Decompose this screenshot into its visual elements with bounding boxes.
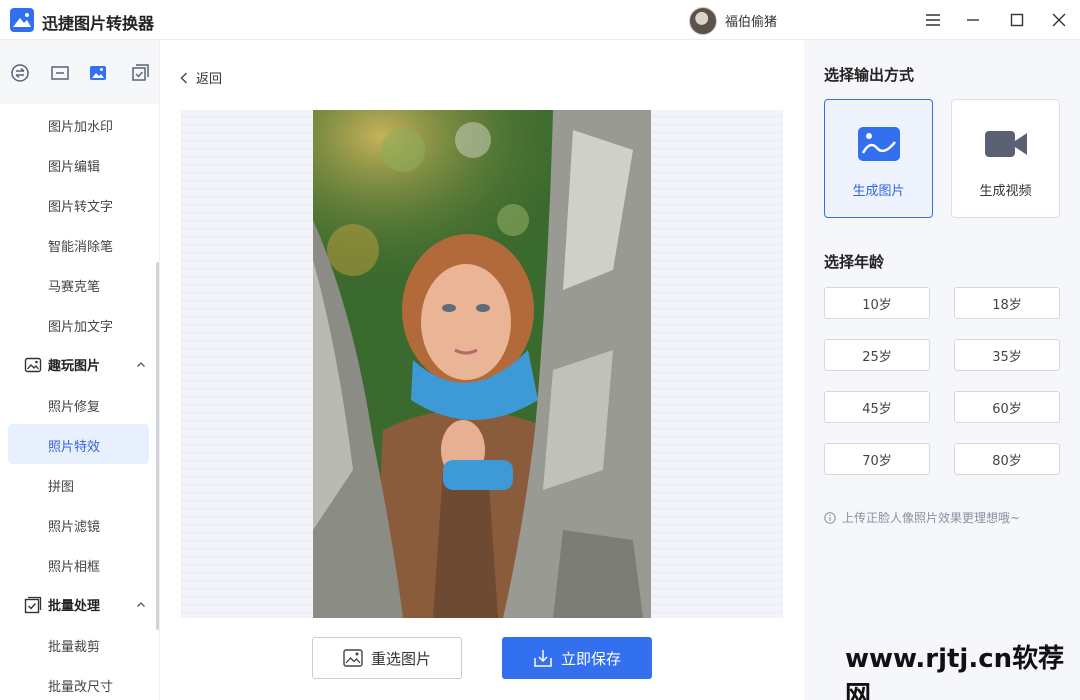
sidebar-item-frame[interactable]: 照片相框 xyxy=(48,556,100,575)
sidebar-item-collage[interactable]: 拼图 xyxy=(48,476,74,495)
chevron-left-icon xyxy=(180,72,187,83)
info-icon xyxy=(824,511,836,524)
sidebar-item-batch-resize[interactable]: 批量改尺寸 xyxy=(48,676,113,695)
minimize-icon[interactable] xyxy=(958,6,988,34)
download-icon xyxy=(534,650,552,667)
username[interactable]: 福伯偷猪 xyxy=(725,11,777,30)
mode-label: 生成视频 xyxy=(979,184,1032,199)
sidebar-item-filter[interactable]: 照片滤镜 xyxy=(48,516,100,535)
menu-icon[interactable] xyxy=(918,6,948,34)
age-option[interactable]: 10岁 xyxy=(824,287,930,319)
sidebar-item-photo-effects[interactable]: 照片特效 xyxy=(48,436,100,455)
sidebar-section-label: 趣玩图片 xyxy=(48,359,101,374)
chevron-up-icon[interactable] xyxy=(136,360,146,370)
mode-generate-video[interactable]: 生成视频 xyxy=(951,99,1060,218)
back-button[interactable]: 返回 xyxy=(180,68,222,87)
sidebar-scrollbar[interactable] xyxy=(156,262,159,630)
output-mode-heading: 选择输出方式 xyxy=(824,66,915,84)
age-option[interactable]: 70岁 xyxy=(824,443,930,475)
title-bar: 迅捷图片转换器 福伯偷猪 xyxy=(0,0,1080,40)
reselect-image-icon xyxy=(343,649,363,667)
age-option[interactable]: 35岁 xyxy=(954,339,1060,371)
sidebar-item-eraser[interactable]: 智能消除笔 xyxy=(48,236,113,255)
sidebar-item-add-text[interactable]: 图片加文字 xyxy=(48,316,113,335)
age-option[interactable]: 25岁 xyxy=(824,339,930,371)
preview-canvas xyxy=(181,110,783,618)
image-tools-icon[interactable] xyxy=(88,63,108,83)
upload-hint: 上传正脸人像照片效果更理想哦~ xyxy=(824,509,1020,526)
age-option[interactable]: 18岁 xyxy=(954,287,1060,319)
sidebar-item-photo-repair[interactable]: 照片修复 xyxy=(48,396,100,415)
batch-icon[interactable] xyxy=(130,63,150,83)
site-watermark: www.rjtj.cn软荐网 xyxy=(845,644,1065,700)
crop-icon[interactable] xyxy=(50,63,70,83)
sidebar: 图片加水印 图片编辑 图片转文字 智能消除笔 马赛克笔 图片加文字 趣玩图片 照… xyxy=(0,40,160,700)
app-logo-icon xyxy=(10,8,34,32)
avatar[interactable] xyxy=(689,7,717,35)
sidebar-item-batch-crop[interactable]: 批量裁剪 xyxy=(48,636,100,655)
convert-icon[interactable] xyxy=(10,63,30,83)
portrait-image xyxy=(313,110,651,618)
fun-image-icon xyxy=(24,357,42,372)
hint-text: 上传正脸人像照片效果更理想哦~ xyxy=(842,511,1021,525)
mode-label: 生成图片 xyxy=(852,184,905,199)
video-camera-icon xyxy=(985,131,1027,157)
sidebar-item-image-to-text[interactable]: 图片转文字 xyxy=(48,196,113,215)
main-area: 返回 重选图片 立即保存 xyxy=(160,40,804,700)
app-title: 迅捷图片转换器 xyxy=(42,14,155,33)
preview-photo xyxy=(313,110,651,618)
sidebar-tool-icons xyxy=(0,40,159,104)
options-panel: 选择输出方式 生成图片 生成视频 选择年龄 10岁 18岁 25岁 35岁 45… xyxy=(804,40,1080,700)
sidebar-item-watermark[interactable]: 图片加水印 xyxy=(48,116,113,135)
batch-process-icon xyxy=(24,596,42,613)
save-button[interactable]: 立即保存 xyxy=(502,637,652,679)
maximize-icon[interactable] xyxy=(1002,6,1032,34)
back-label: 返回 xyxy=(196,72,223,87)
mode-generate-image[interactable]: 生成图片 xyxy=(824,99,933,218)
age-option[interactable]: 60岁 xyxy=(954,391,1060,423)
sidebar-section-batch[interactable]: 批量处理 xyxy=(24,595,100,614)
sidebar-section-fun[interactable]: 趣玩图片 xyxy=(24,355,100,374)
sidebar-item-mosaic[interactable]: 马赛克笔 xyxy=(48,276,100,295)
reselect-image-button[interactable]: 重选图片 xyxy=(312,637,462,679)
age-option[interactable]: 80岁 xyxy=(954,443,1060,475)
age-option[interactable]: 45岁 xyxy=(824,391,930,423)
reselect-label: 重选图片 xyxy=(370,649,431,668)
chevron-up-icon[interactable] xyxy=(136,600,146,610)
age-heading: 选择年龄 xyxy=(824,253,885,271)
sidebar-item-image-edit[interactable]: 图片编辑 xyxy=(48,156,100,175)
close-icon[interactable] xyxy=(1044,6,1074,34)
save-label: 立即保存 xyxy=(560,649,621,668)
sidebar-section-label: 批量处理 xyxy=(48,599,101,614)
image-icon xyxy=(858,127,900,161)
